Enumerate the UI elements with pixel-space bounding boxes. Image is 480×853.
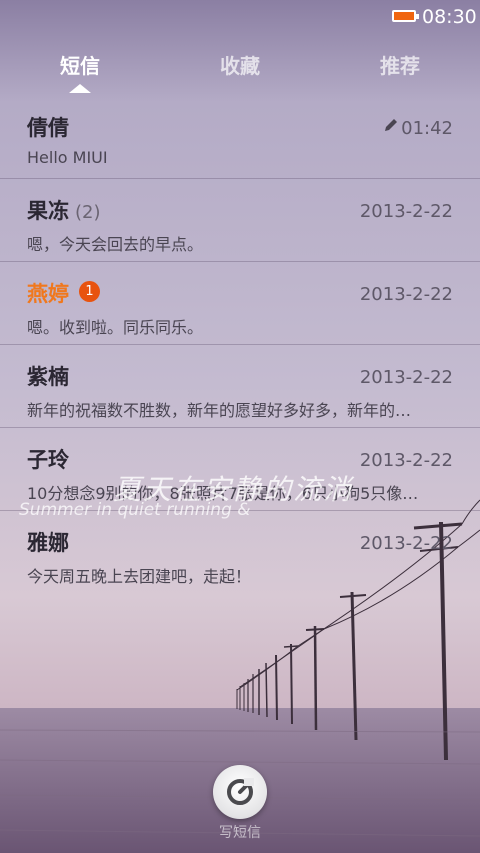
conversation-row[interactable]: 倩倩 01:42 Hello MIUI xyxy=(0,96,480,179)
tab-messages[interactable]: 短信 xyxy=(20,50,140,79)
message-date: 2013-2-22 xyxy=(359,450,453,471)
unread-badge: 1 xyxy=(79,281,100,302)
compose-label: 写短信 xyxy=(219,825,261,841)
contact-name: 燕婷 xyxy=(27,282,69,306)
message-preview: 新年的祝福数不胜数，新年的愿望好多好多，新年的… xyxy=(27,401,412,420)
contact-name: 雅娜 xyxy=(27,531,69,555)
message-preview: 嗯。收到啦。同乐同乐。 xyxy=(27,318,204,337)
conversation-row[interactable]: 紫楠 2013-2-22 新年的祝福数不胜数，新年的愿望好多好多，新年的… xyxy=(0,345,480,428)
battery-icon xyxy=(392,10,419,22)
tab-indicator-icon xyxy=(69,84,91,93)
message-date: 2013-2-22 xyxy=(359,201,453,222)
compose-icon xyxy=(227,778,254,805)
contact-name: 紫楠 xyxy=(27,365,69,389)
status-clock: 08:30 xyxy=(422,6,477,28)
conversation-row[interactable]: 果冻 (2) 2013-2-22 嗯，今天会回去的早点。 xyxy=(0,179,480,262)
message-count: (2) xyxy=(75,202,101,223)
contact-name: 果冻 (2) xyxy=(27,195,101,225)
tab-favorites[interactable]: 收藏 xyxy=(180,50,300,79)
message-date: 2013-2-22 xyxy=(359,533,453,554)
wallpaper-subtext: Summer in quiet running & xyxy=(19,500,251,520)
draft-pencil-icon xyxy=(385,119,397,131)
contact-name: 倩倩 xyxy=(27,116,69,140)
message-date: 2013-2-22 xyxy=(359,367,453,388)
message-preview: Hello MIUI xyxy=(27,148,108,167)
conversation-row[interactable]: 雅娜 2013-2-22 今天周五晚上去团建吧，走起！ xyxy=(0,511,480,593)
contact-name: 子玲 xyxy=(27,448,69,472)
status-bar: 08:30 xyxy=(0,0,480,36)
conversation-row[interactable]: 燕婷 1 2013-2-22 嗯。收到啦。同乐同乐。 xyxy=(0,262,480,345)
tab-recommended[interactable]: 推荐 xyxy=(340,50,460,79)
tab-bar: 短信 收藏 推荐 xyxy=(0,40,480,96)
message-date: 2013-2-22 xyxy=(359,284,453,305)
message-preview: 嗯，今天会回去的早点。 xyxy=(27,235,204,254)
compose-button[interactable] xyxy=(213,765,267,819)
message-preview: 今天周五晚上去团建吧，走起！ xyxy=(27,567,252,586)
contact-name-text: 果冻 xyxy=(27,199,69,223)
message-time: 01:42 xyxy=(401,118,453,139)
